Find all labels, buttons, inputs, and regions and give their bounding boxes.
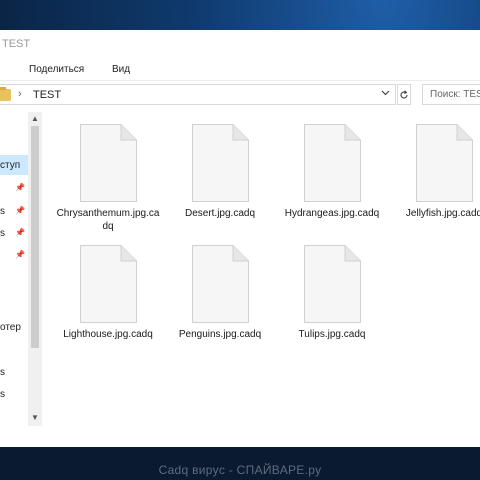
address-row: › TEST Поиск: TEST <box>0 81 480 109</box>
file-name: Hydrangeas.jpg.cadq <box>284 208 380 219</box>
file-item[interactable]: Jellyfish.jpg.cadq <box>392 124 480 220</box>
search-placeholder: Поиск: TEST <box>430 89 480 100</box>
tab-view[interactable]: Вид <box>112 64 130 75</box>
file-item[interactable]: Chrysanthemum.jpg.cadq <box>56 124 160 233</box>
file-name: Penguins.jpg.cadq <box>178 329 262 340</box>
nav-scrollbar[interactable]: ▲ ▼ <box>28 112 42 426</box>
nav-item-quick-access[interactable]: ступ <box>0 160 20 171</box>
ribbon-tabs: Поделиться Вид <box>0 56 480 81</box>
address-bar[interactable]: › TEST <box>0 84 396 105</box>
file-name: Chrysanthemum.jpg.cadq <box>56 208 160 232</box>
pin-icon: 📌 <box>15 228 25 237</box>
breadcrumb-test[interactable]: TEST <box>33 89 61 101</box>
nav-item[interactable]: s <box>0 389 5 400</box>
folder-icon <box>0 87 11 101</box>
file-name: Tulips.jpg.cadq <box>298 329 366 340</box>
file-name: Lighthouse.jpg.cadq <box>63 329 153 340</box>
file-list: Chrysanthemum.jpg.cadq Desert.jpg.cadq H… <box>42 109 480 447</box>
document-icon <box>191 245 249 323</box>
file-name: Jellyfish.jpg.cadq <box>405 208 480 219</box>
document-icon <box>79 245 137 323</box>
pin-icon: 📌 <box>15 183 25 192</box>
file-item[interactable]: Penguins.jpg.cadq <box>168 245 272 341</box>
scroll-up-icon[interactable]: ▲ <box>31 114 39 123</box>
nav-item-pinned[interactable]: s <box>0 206 5 217</box>
scroll-down-icon[interactable]: ▼ <box>31 413 39 422</box>
document-icon <box>191 124 249 202</box>
document-icon <box>303 124 361 202</box>
refresh-icon[interactable] <box>397 84 411 105</box>
watermark-text: Cadq вирус - СПАЙВАРЕ.ру <box>158 463 322 477</box>
scrollbar-thumb[interactable] <box>31 126 39 348</box>
window-title: TEST <box>2 38 31 50</box>
pin-icon: 📌 <box>15 250 25 259</box>
nav-item-pinned[interactable]: s <box>0 228 5 239</box>
title-bar: TEST <box>0 30 480 56</box>
file-item[interactable]: Lighthouse.jpg.cadq <box>56 245 160 341</box>
breadcrumb-separator: › <box>18 88 22 100</box>
file-item[interactable]: Tulips.jpg.cadq <box>280 245 384 341</box>
search-input[interactable]: Поиск: TEST <box>422 84 480 105</box>
document-icon <box>79 124 137 202</box>
pin-icon: 📌 <box>15 206 25 215</box>
file-item[interactable]: Hydrangeas.jpg.cadq <box>280 124 384 220</box>
document-icon <box>303 245 361 323</box>
file-name: Desert.jpg.cadq <box>184 208 256 219</box>
nav-item-this-pc[interactable]: отер <box>0 322 21 333</box>
file-item[interactable]: Desert.jpg.cadq <box>168 124 272 220</box>
chevron-down-icon[interactable] <box>381 88 390 100</box>
tab-share[interactable]: Поделиться <box>29 64 84 75</box>
nav-item[interactable]: s <box>0 367 5 378</box>
explorer-window: TEST Поделиться Вид › TEST Поиск: TEST с… <box>0 30 480 447</box>
document-icon <box>415 124 473 202</box>
